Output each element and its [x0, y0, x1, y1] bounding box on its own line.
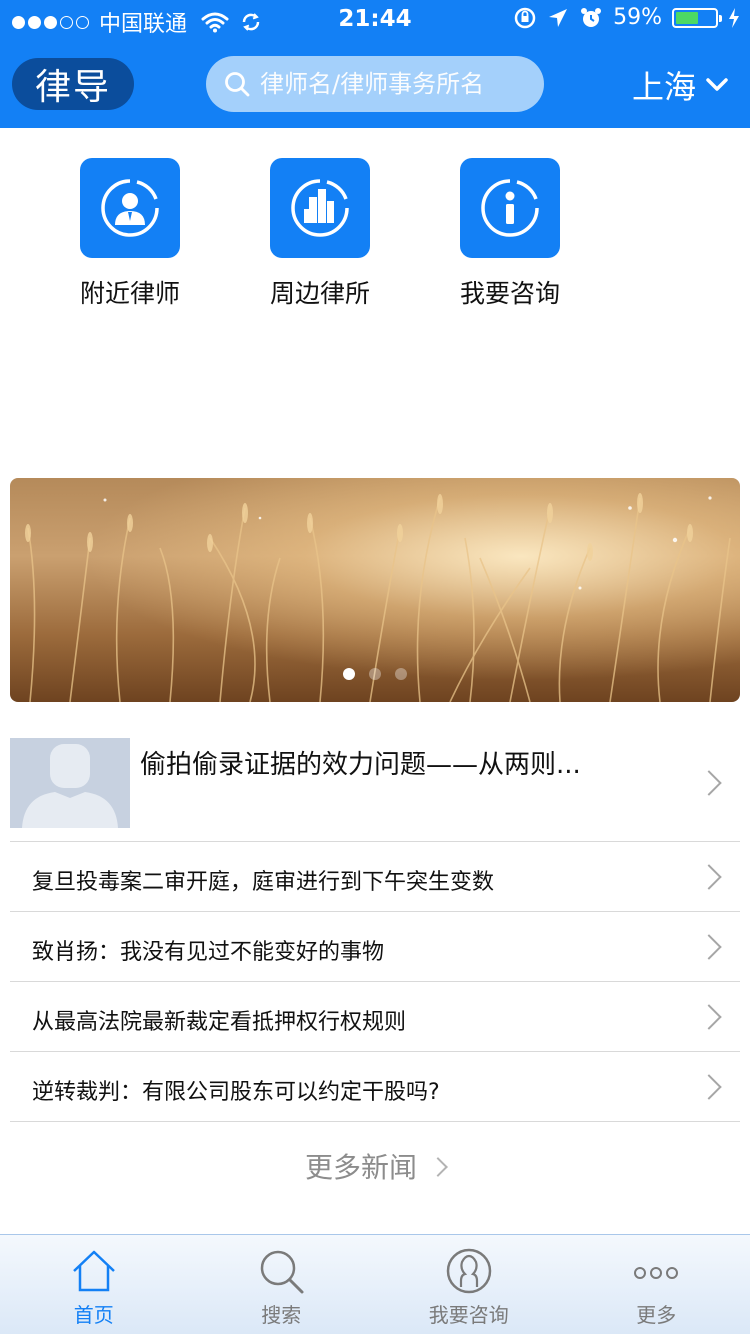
tab-bar: 首页 搜索 我要咨询 更多 [0, 1234, 750, 1334]
quick-action-label: 周边律所 [269, 279, 370, 308]
battery-icon [672, 7, 722, 28]
app-header: 中国联通 21:44 59% 律导 律师名/律师事务所名 上海 [0, 0, 750, 128]
news-title: 复旦投毒案二审开庭，庭审进行到下午突生变数 [32, 870, 495, 895]
news-title: 致肖扬：我没有见过不能变好的事物 [32, 940, 385, 965]
logo-text: 律导 [34, 67, 111, 108]
quick-actions: 附近律师 周边律所 我要咨询 [0, 128, 750, 468]
tab-consult[interactable]: 我要咨询 [375, 1235, 563, 1334]
more-news-label: 更多新闻 [304, 1151, 417, 1184]
search-icon [225, 72, 250, 97]
banner-carousel[interactable] [10, 478, 740, 702]
tab-label: 首页 [73, 1303, 114, 1327]
tab-home[interactable]: 首页 [0, 1235, 188, 1334]
quick-action-label: 附近律师 [79, 279, 180, 308]
chevron-right-icon [696, 770, 722, 796]
search-input[interactable] [260, 70, 520, 98]
featured-news-item[interactable]: 偷拍偷录证据的效力问题——从两则... [10, 738, 740, 842]
building-icon [270, 158, 370, 258]
quick-action-consult[interactable]: 我要咨询 [450, 158, 570, 310]
tab-search[interactable]: 搜索 [188, 1235, 376, 1334]
city-selector[interactable]: 上海 [632, 62, 728, 108]
news-list-item[interactable]: 从最高法院最新裁定看抵押权行权规则 [10, 982, 740, 1052]
home-icon [72, 1250, 115, 1292]
chevron-right-icon [696, 1004, 722, 1030]
news-title: 逆转裁判：有限公司股东可以约定干股吗? [32, 1080, 440, 1105]
charging-bolt-icon [729, 7, 739, 28]
tab-label: 搜索 [261, 1303, 302, 1327]
location-arrow-icon [549, 8, 568, 27]
chevron-right-icon [696, 934, 722, 960]
battery-level [676, 11, 699, 24]
alarm-icon [581, 7, 602, 27]
quick-action-nearby-lawyers[interactable]: 附近律师 [70, 158, 190, 310]
consult-person-icon [446, 1248, 491, 1294]
carousel-indicator[interactable] [10, 668, 740, 680]
rotation-lock-icon [514, 7, 536, 28]
chevron-right-icon [696, 1074, 722, 1100]
news-list-item[interactable]: 致肖扬：我没有见过不能变好的事物 [10, 912, 740, 982]
tab-label: 更多 [636, 1303, 677, 1327]
carousel-dot[interactable] [395, 668, 407, 680]
chevron-right-icon [696, 864, 722, 890]
city-label: 上海 [631, 68, 696, 106]
carousel-dot[interactable] [369, 668, 381, 680]
news-title: 从最高法院最新裁定看抵押权行权规则 [32, 1010, 407, 1035]
battery-percent: 59% [613, 5, 662, 30]
person-placeholder-icon [10, 738, 130, 828]
chevron-down-icon [706, 78, 728, 91]
lawyer-person-icon [80, 158, 180, 258]
quick-action-label: 我要咨询 [459, 279, 560, 308]
search-bar[interactable] [206, 56, 544, 112]
news-list-item[interactable]: 逆转裁判：有限公司股东可以约定干股吗? [10, 1052, 740, 1122]
quick-action-nearby-firms[interactable]: 周边律所 [260, 158, 380, 310]
tab-more[interactable]: 更多 [563, 1235, 750, 1334]
featured-news-title: 偷拍偷录证据的效力问题——从两则... [140, 750, 581, 780]
chevron-right-icon [428, 1157, 448, 1177]
news-thumbnail [10, 738, 130, 828]
search-icon [261, 1250, 304, 1294]
more-news-link[interactable]: 更多新闻 [0, 1146, 750, 1186]
app-logo[interactable]: 律导 [12, 58, 134, 110]
more-dots-icon [634, 1267, 679, 1279]
status-right: 59% [513, 5, 740, 30]
carousel-dot[interactable] [343, 668, 355, 680]
status-bar: 中国联通 21:44 59% [0, 0, 750, 40]
news-list-item[interactable]: 复旦投毒案二审开庭，庭审进行到下午突生变数 [10, 842, 740, 912]
tab-label: 我要咨询 [428, 1303, 509, 1327]
info-icon [460, 158, 560, 258]
news-list: 复旦投毒案二审开庭，庭审进行到下午突生变数 致肖扬：我没有见过不能变好的事物 从… [10, 842, 740, 1122]
